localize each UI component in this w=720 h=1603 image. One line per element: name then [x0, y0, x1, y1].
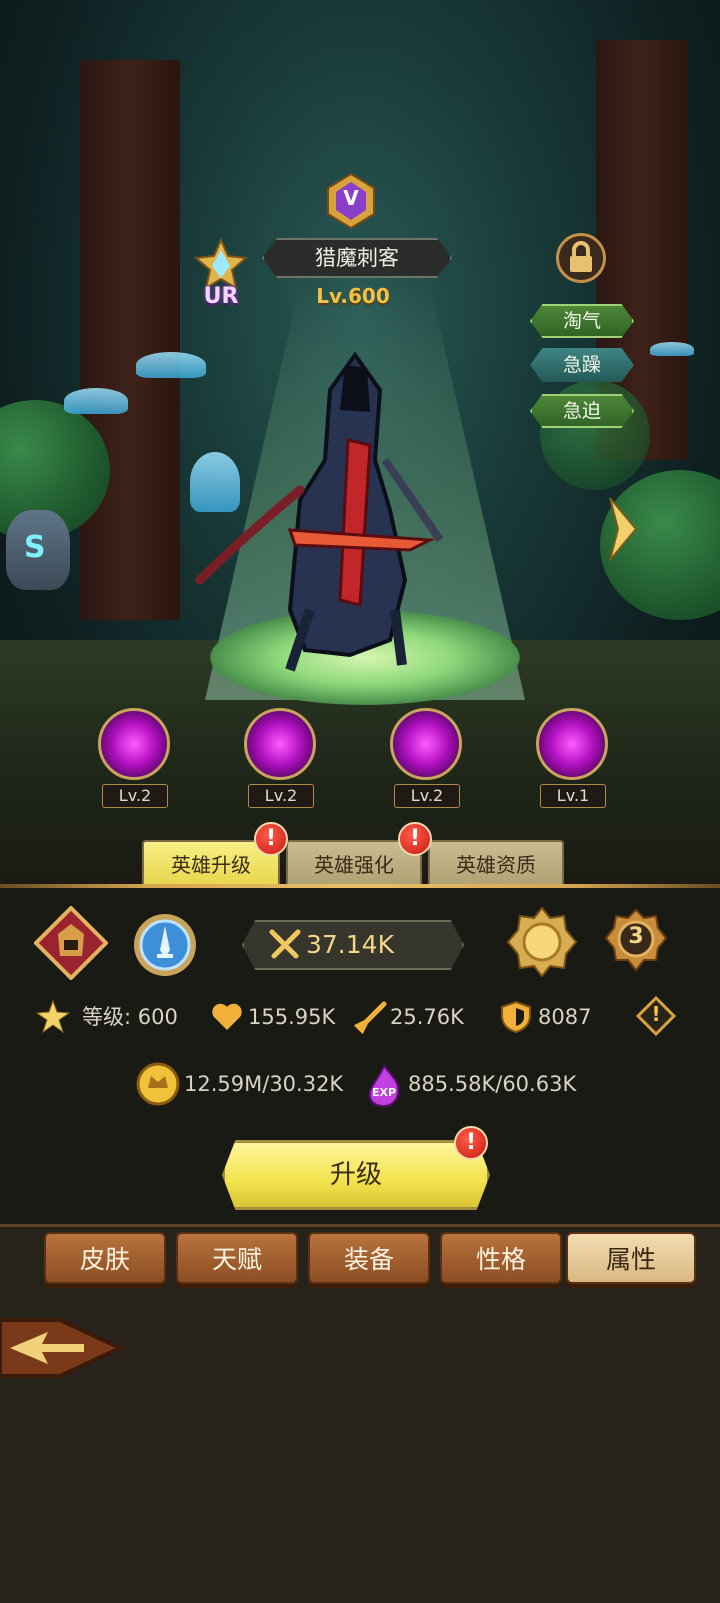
- star-medal-button[interactable]: [506, 906, 578, 978]
- upgrade-button[interactable]: 升级: [222, 1140, 490, 1210]
- nav-personality[interactable]: 性格: [440, 1232, 562, 1284]
- exp-potion-icon: EXP: [364, 1064, 404, 1108]
- alert-badge: !: [454, 1126, 488, 1160]
- chevron-right-icon: [609, 497, 638, 561]
- hero-level: Lv.600: [316, 284, 390, 308]
- gold-coin-icon: [136, 1062, 180, 1106]
- mushroom: [64, 388, 128, 414]
- crossed-swords-icon: [269, 929, 301, 959]
- skill-level: Lv.2: [394, 784, 460, 808]
- next-hero-button[interactable]: [606, 494, 638, 564]
- nav-talent[interactable]: 天赋: [176, 1232, 298, 1284]
- rarity-label: UR: [203, 284, 239, 309]
- heart-icon: [212, 1003, 242, 1030]
- alert-badge: !: [254, 822, 288, 856]
- info-button[interactable]: !: [635, 995, 677, 1037]
- hero-name: 猎魔刺客: [262, 238, 452, 278]
- trait-tag[interactable]: 急躁: [530, 348, 634, 382]
- lock-button[interactable]: [556, 233, 606, 283]
- sword-badge-icon: [134, 914, 196, 976]
- star-icon: [36, 1000, 70, 1034]
- skill-level: Lv.2: [102, 784, 168, 808]
- power-value: 37.14K: [306, 930, 394, 959]
- hero-level-stat: 等级: 600: [82, 1005, 178, 1029]
- element-badge[interactable]: [130, 910, 200, 980]
- skill-slot[interactable]: Lv.2: [244, 708, 316, 808]
- nav-skin[interactable]: 皮肤: [44, 1232, 166, 1284]
- class-emblem[interactable]: [33, 905, 109, 981]
- defense-stat: 8087: [538, 1005, 592, 1029]
- rank-badge[interactable]: V: [322, 172, 380, 230]
- skill-level: Lv.2: [248, 784, 314, 808]
- slash-skill-icon: [244, 708, 316, 780]
- mushroom: [650, 342, 694, 356]
- trait-tag[interactable]: 急迫: [530, 394, 634, 428]
- skill-level: Lv.1: [540, 784, 606, 808]
- nav-equipment[interactable]: 装备: [308, 1232, 430, 1284]
- dash-strike-skill-icon: [390, 708, 462, 780]
- fist-skill-icon: [98, 708, 170, 780]
- helmet-emblem-icon: [33, 905, 109, 981]
- back-button[interactable]: [0, 1298, 125, 1398]
- rarity-badge: UR: [192, 237, 250, 314]
- hero-character[interactable]: [180, 350, 450, 680]
- alert-badge: !: [398, 822, 432, 856]
- exp-amount: 885.58K/60.63K: [408, 1072, 577, 1096]
- info-mark: !: [651, 1002, 661, 1026]
- attack-stat: 25.76K: [390, 1005, 464, 1029]
- badge-number: 3: [628, 924, 644, 949]
- medal-icon: [506, 906, 578, 978]
- trait-tag[interactable]: 淘气: [530, 304, 634, 338]
- star-count-badge[interactable]: 3: [604, 908, 668, 976]
- sword-icon: [354, 1001, 387, 1034]
- exp-icon-label: EXP: [371, 1086, 397, 1099]
- rank-letter: V: [343, 186, 359, 210]
- shield-icon: [501, 1000, 531, 1034]
- skill-slot[interactable]: Lv.2: [98, 708, 170, 808]
- blade-burst-skill-icon: [536, 708, 608, 780]
- skill-slot[interactable]: Lv.1: [536, 708, 608, 808]
- tree-trunk: [80, 60, 180, 620]
- tab-hero-aptitude[interactable]: 英雄资质: [428, 840, 564, 886]
- arrow-left-icon: [0, 1318, 125, 1378]
- lock-icon: [570, 241, 592, 272]
- hp-stat: 155.95K: [248, 1005, 336, 1029]
- skill-slot[interactable]: Lv.2: [390, 708, 462, 808]
- nav-attributes[interactable]: 属性: [566, 1232, 696, 1284]
- rune-stone: S: [6, 510, 70, 590]
- gold-amount: 12.59M/30.32K: [184, 1072, 344, 1096]
- rune-glyph: S: [24, 530, 46, 565]
